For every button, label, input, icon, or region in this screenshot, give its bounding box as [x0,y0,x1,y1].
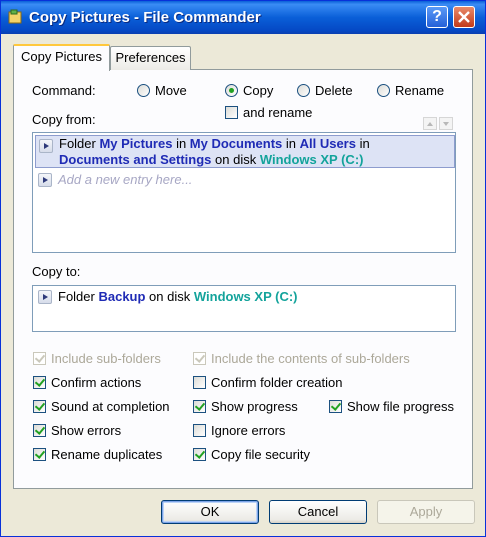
close-icon [458,11,470,23]
include-contents-checkbox[interactable] [193,352,206,365]
radio-delete[interactable] [297,84,310,97]
close-button[interactable] [453,6,475,28]
folder-all-users-link[interactable]: All Users [300,136,356,151]
copy-to-entry-text: Folder Backup on disk Windows XP (C:) [58,289,298,305]
disk-windows-xp-link[interactable]: Windows XP (C:) [260,152,364,167]
file-commander-icon [8,9,22,24]
show-progress-checkbox[interactable] [193,400,206,413]
title-bar[interactable]: Copy Pictures - File Commander ? [1,1,485,34]
show-errors-checkbox[interactable] [33,424,46,437]
chevron-right-icon[interactable] [39,139,53,153]
show-file-progress-checkbox[interactable] [329,400,342,413]
rename-duplicates-checkbox[interactable] [33,448,46,461]
help-icon: ? [432,8,442,25]
copy-from-label: Copy from: [32,112,96,127]
entry-word: in [282,136,300,151]
ok-button[interactable]: OK [161,500,259,524]
folder-backup-link[interactable]: Backup [98,289,145,304]
chevron-right-icon[interactable] [38,173,52,187]
copy-file-security-checkbox[interactable] [193,448,206,461]
and-rename-checkbox[interactable] [225,106,238,119]
entry-word: Folder [58,289,99,304]
entry-word: in [355,136,370,151]
include-contents-label[interactable]: Include the contents of sub-folders [211,351,410,366]
and-rename-label[interactable]: and rename [243,105,312,120]
copy-from-entry-selected[interactable]: Folder My Pictures in My Documents in Al… [35,135,455,168]
copy-from-entry-text: Folder My Pictures in My Documents in Al… [59,136,370,168]
entry-word: in [172,136,190,151]
folder-documents-and-settings-link[interactable]: Documents and Settings [59,152,211,167]
radio-copy[interactable] [225,84,238,97]
show-file-progress-label[interactable]: Show file progress [347,399,454,414]
window-title: Copy Pictures - File Commander [29,9,261,26]
radio-move-label[interactable]: Move [155,83,187,98]
include-subfolders-checkbox[interactable] [33,352,46,365]
folder-my-documents-link[interactable]: My Documents [190,136,282,151]
rename-duplicates-label[interactable]: Rename duplicates [51,447,162,462]
ignore-errors-label[interactable]: Ignore errors [211,423,285,438]
dialog-window: Copy Pictures - File Commander ? Copy Pi… [0,0,486,537]
confirm-actions-checkbox[interactable] [33,376,46,389]
confirm-folder-creation-label[interactable]: Confirm folder creation [211,375,343,390]
copy-file-security-label[interactable]: Copy file security [211,447,310,462]
cancel-button[interactable]: Cancel [269,500,367,524]
radio-copy-label[interactable]: Copy [243,83,273,98]
show-progress-label[interactable]: Show progress [211,399,298,414]
copy-to-label: Copy to: [32,264,81,279]
confirm-folder-creation-checkbox[interactable] [193,376,206,389]
copy-from-list[interactable]: Folder My Pictures in My Documents in Al… [32,132,456,253]
radio-rename[interactable] [377,84,390,97]
add-new-entry-placeholder[interactable]: Add a new entry here... [58,172,192,188]
include-subfolders-label[interactable]: Include sub-folders [51,351,161,366]
sound-at-completion-label[interactable]: Sound at completion [51,399,170,414]
folder-my-pictures-link[interactable]: My Pictures [99,136,172,151]
command-label: Command: [32,83,96,98]
help-button[interactable]: ? [426,6,448,28]
move-up-arrow-icon[interactable] [423,117,437,130]
copy-to-list[interactable]: Folder Backup on disk Windows XP (C:) [32,285,456,332]
entry-word: on disk [145,289,194,304]
copy-from-reorder-arrows [423,117,455,131]
entry-word: Folder [59,136,100,151]
radio-rename-label[interactable]: Rename [395,83,444,98]
radio-delete-label[interactable]: Delete [315,83,353,98]
show-errors-label[interactable]: Show errors [51,423,121,438]
tab-copy-pictures[interactable]: Copy Pictures [13,44,110,71]
radio-move[interactable] [137,84,150,97]
sound-at-completion-checkbox[interactable] [33,400,46,413]
chevron-right-icon[interactable] [38,290,52,304]
tab-preferences[interactable]: Preferences [110,46,191,70]
ignore-errors-checkbox[interactable] [193,424,206,437]
disk-windows-xp-link[interactable]: Windows XP (C:) [194,289,298,304]
move-down-arrow-icon[interactable] [439,117,453,130]
confirm-actions-label[interactable]: Confirm actions [51,375,141,390]
entry-word: on disk [211,152,260,167]
apply-button[interactable]: Apply [377,500,475,524]
